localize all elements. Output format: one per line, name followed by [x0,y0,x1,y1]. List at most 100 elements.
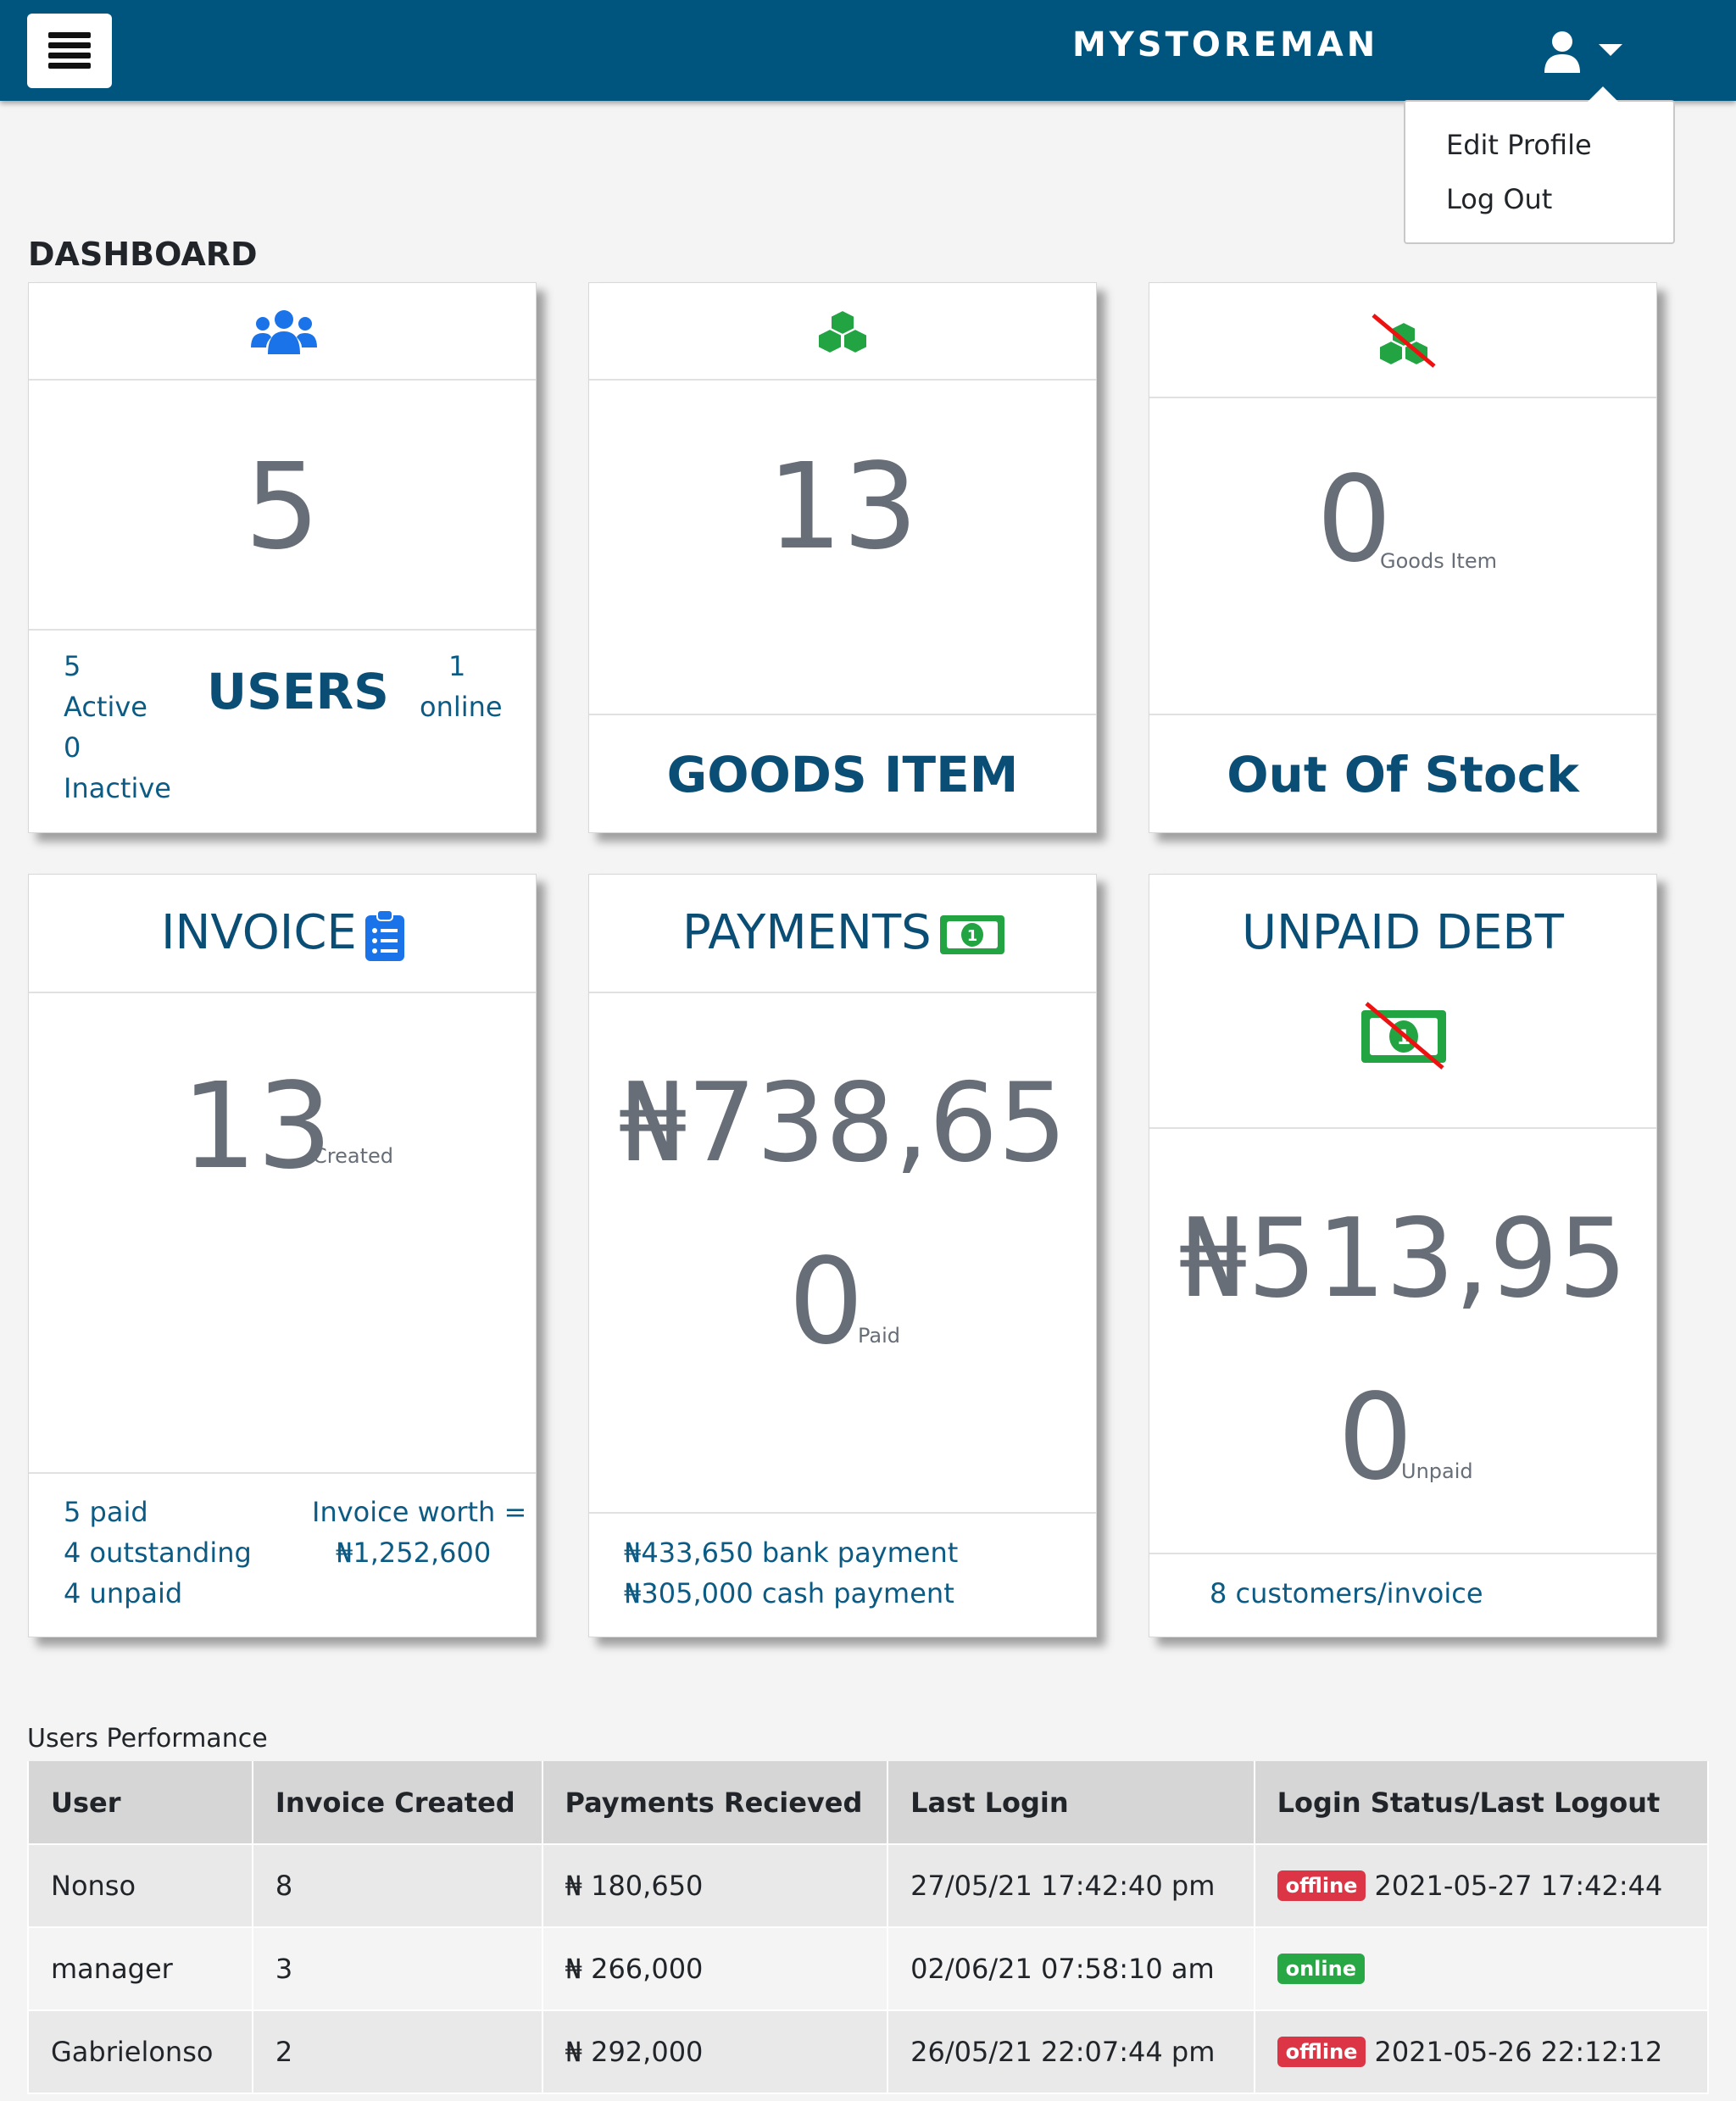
card-header [1149,283,1656,398]
table-row[interactable]: Nonso 8 ₦ 180,650 27/05/21 17:42:40 pm o… [27,1843,1710,1928]
card-header: UNPAID DEBT 1 [1149,875,1656,1129]
active-count: 5 [64,650,81,682]
invoice-count-label: Created [313,1144,393,1168]
column-header[interactable]: Payments Recieved [541,1761,889,1845]
cash-payment: ₦305,000 cash payment [624,1577,954,1609]
card-header [29,283,536,381]
users-label: USERS [207,663,389,720]
status-badge: offline [1277,2036,1366,2067]
svg-text:1: 1 [967,927,978,945]
card-divider [1149,714,1656,715]
invoice-outstanding: 4 outstanding [64,1537,252,1569]
customers-per-invoice: 8 customers/invoice [1210,1577,1483,1609]
payments-amount: ₦738,65 [618,1060,1067,1187]
invoice-card[interactable]: INVOICE 13 Created 5 paid 4 outstanding … [28,874,537,1637]
chevron-down-icon [1599,44,1622,56]
inactive-label: Inactive [64,772,171,804]
log-out-link[interactable]: Log Out [1446,183,1552,215]
page-title: DASHBOARD [28,236,258,273]
table-row[interactable]: Gabrielonso 2 ₦ 292,000 26/05/21 22:07:4… [27,2009,1710,2094]
unpaid-debt-title: UNPAID DEBT [1242,905,1564,960]
money-bill-crossed-icon: 1 [1361,1002,1446,1070]
table-row[interactable]: manager 3 ₦ 266,000 02/06/21 07:58:10 am… [27,1926,1710,2011]
users-icon [251,310,317,354]
menu-bar-icon [48,63,91,69]
invoice-cell: 3 [251,1926,543,2011]
invoice-cell: 2 [251,2009,543,2094]
invoice-cell: 8 [251,1843,543,1928]
clipboard-list-icon [365,909,404,961]
status-badge: offline [1277,1870,1366,1901]
status-cell: offline 2021-05-27 17:42:44 [1253,1843,1710,1928]
last-login-cell: 02/06/21 07:58:10 am [887,1926,1255,2011]
user-cell: Nonso [27,1843,253,1928]
invoice-title: INVOICE [161,905,357,960]
payments-cell: ₦ 180,650 [541,1843,889,1928]
menu-bar-icon [48,32,91,38]
column-header[interactable]: Login Status/Last Logout [1253,1761,1710,1845]
menu-bar-icon [48,42,91,48]
card-header: INVOICE [29,875,536,993]
edit-profile-link[interactable]: Edit Profile [1446,129,1592,161]
top-navbar: MYSTOREMAN [0,0,1736,101]
last-logout: 2021-05-27 17:42:44 [1374,1869,1663,1902]
hamburger-menu-button[interactable] [27,14,112,88]
status-cell: online [1253,1926,1710,2011]
payments-cell: ₦ 292,000 [541,2009,889,2094]
card-header: PAYMENTS 1 [589,875,1096,993]
user-menu-toggle[interactable] [1543,27,1636,78]
status-badge: online [1277,1953,1365,1984]
payments-cell: ₦ 266,000 [541,1926,889,2011]
menu-bar-icon [48,53,91,58]
goods-count: 13 [766,438,919,576]
goods-label: GOODS ITEM [666,746,1019,803]
invoice-paid: 5 paid [64,1496,148,1528]
payments-count-label: Paid [858,1324,901,1348]
user-cell: manager [27,1926,253,2011]
inactive-count: 0 [64,731,81,764]
users-performance-title: Users Performance [27,1724,268,1754]
card-divider [589,714,1096,715]
column-header[interactable]: Last Login [887,1761,1255,1845]
card-divider [1149,1553,1656,1554]
user-dropdown-menu: Edit Profile Log Out [1404,86,1675,244]
unpaid-debt-card[interactable]: UNPAID DEBT 1 ₦513,95 0 Unpaid 8 custome… [1149,874,1657,1637]
user-cell: Gabrielonso [27,2009,253,2094]
invoice-worth-value: ₦1,252,600 [336,1537,492,1569]
payments-title: PAYMENTS [682,905,932,960]
bank-payment: ₦433,650 bank payment [624,1537,959,1569]
invoice-unpaid: 4 unpaid [64,1577,183,1609]
invoice-worth-label: Invoice worth = [312,1496,527,1528]
unpaid-debt-amount: ₦513,95 [1178,1196,1628,1322]
unpaid-debt-count-label: Unpaid [1401,1459,1473,1483]
card-header [589,283,1096,381]
out-of-stock-label: Out Of Stock [1227,746,1579,803]
brand-title: MYSTOREMAN [1072,25,1379,64]
card-divider [29,1472,536,1474]
dropdown-arrow [1588,86,1618,102]
online-label: online [420,691,503,723]
column-header[interactable]: User [27,1761,253,1845]
table-header-row: User Invoice Created Payments Recieved L… [27,1761,1710,1845]
cubes-crossed-icon [1372,314,1436,368]
card-divider [589,1512,1096,1514]
last-login-cell: 26/05/21 22:07:44 pm [887,2009,1255,2094]
payments-card[interactable]: PAYMENTS 1 ₦738,65 0 Paid ₦433,650 bank … [588,874,1097,1637]
active-label: Active [64,691,147,723]
card-body: 5 [29,381,536,631]
column-header[interactable]: Invoice Created [251,1761,543,1845]
user-icon [1544,31,1580,73]
status-cell: offline 2021-05-26 22:12:12 [1253,2009,1710,2094]
online-count: 1 [448,650,466,682]
money-bill-icon: 1 [940,915,1004,954]
users-count: 5 [244,438,320,576]
users-card[interactable]: 5 5 Active 0 Inactive USERS 1 online [28,282,537,833]
out-of-stock-card[interactable]: 0 Goods Item Out Of Stock [1149,282,1657,833]
last-login-cell: 27/05/21 17:42:40 pm [887,1843,1255,1928]
last-logout: 2021-05-26 22:12:12 [1374,2035,1663,2068]
payments-count: 0 [788,1233,865,1371]
invoice-count: 13 [181,1058,333,1196]
goods-item-card[interactable]: 13 GOODS ITEM [588,282,1097,833]
cubes-icon [817,308,868,354]
users-performance-table: User Invoice Created Payments Recieved L… [27,1761,1710,2094]
